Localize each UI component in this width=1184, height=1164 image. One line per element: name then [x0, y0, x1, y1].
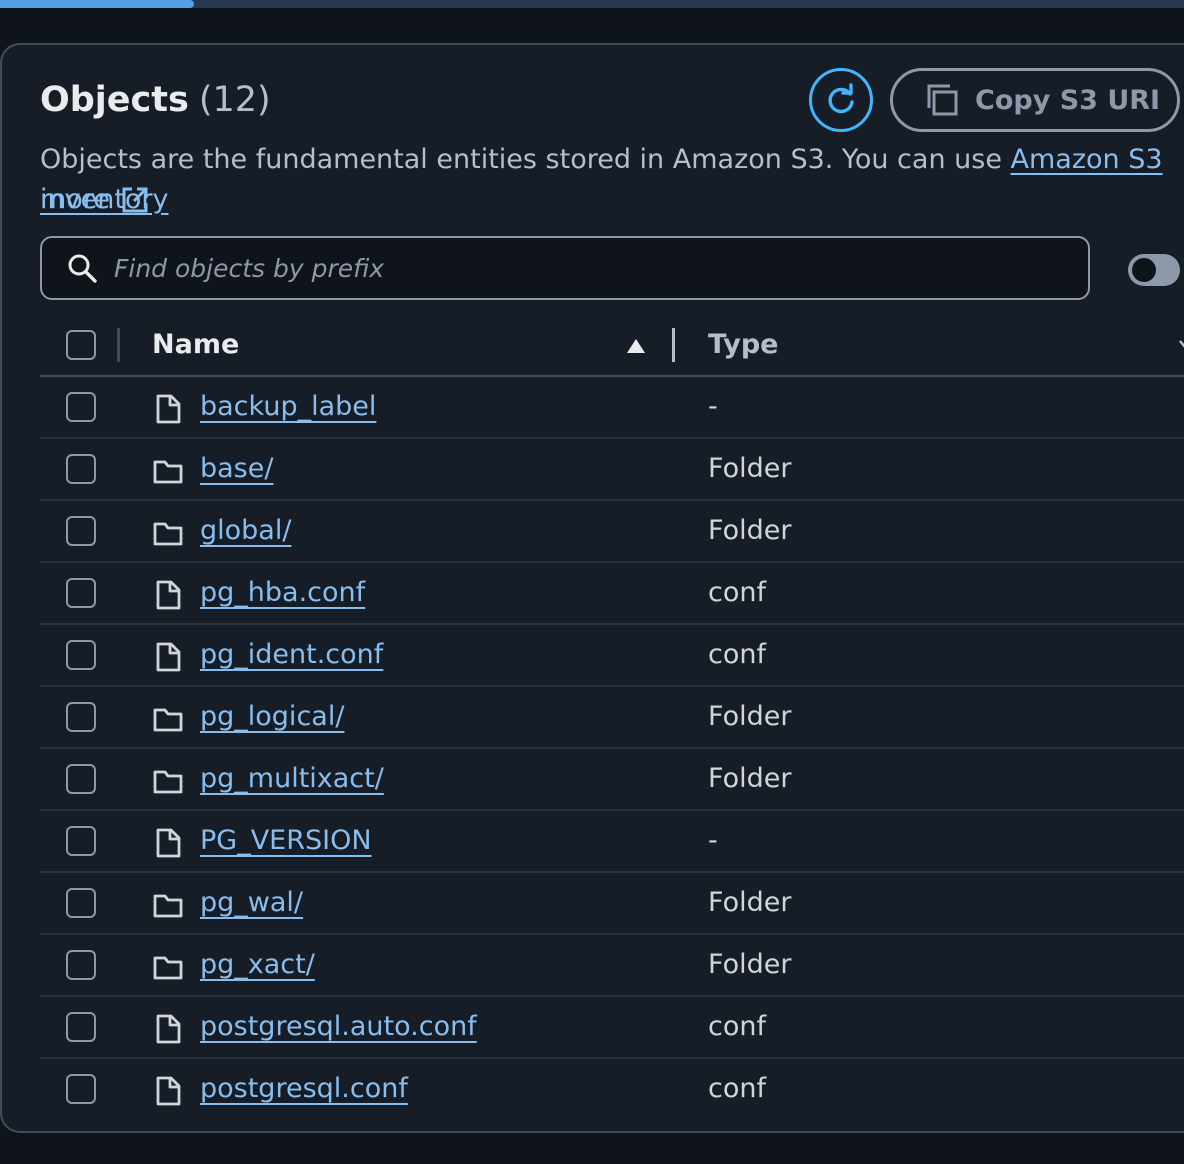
- folder-icon: [152, 765, 184, 797]
- folder-icon: [152, 703, 184, 735]
- row-checkbox[interactable]: [66, 1074, 96, 1104]
- column-divider[interactable]: [117, 328, 120, 362]
- row-checkbox[interactable]: [66, 888, 96, 918]
- sort-ascending-icon[interactable]: [625, 337, 647, 355]
- object-type: Folder: [708, 887, 792, 918]
- table-row: base/Folder: [40, 439, 1184, 501]
- table-row: global/Folder: [40, 501, 1184, 563]
- object-type: Folder: [708, 453, 792, 484]
- table-row: postgresql.conf conf: [40, 1059, 1184, 1119]
- object-name-link[interactable]: pg_hba.conf: [200, 563, 365, 623]
- object-type: Folder: [708, 949, 792, 980]
- table-row: pg_ident.conf conf: [40, 625, 1184, 687]
- folder-icon: [152, 517, 184, 549]
- object-name-link[interactable]: pg_ident.conf: [200, 625, 383, 685]
- row-checkbox[interactable]: [66, 1012, 96, 1042]
- object-type: Folder: [708, 701, 792, 732]
- table-row: backup_label -: [40, 377, 1184, 439]
- objects-table: Name Type backup_label - base/Folder global…: [40, 315, 1184, 1119]
- file-icon: [152, 641, 184, 673]
- description: Objects are the fundamental entities sto…: [40, 140, 1184, 220]
- object-name-link[interactable]: pg_logical/: [200, 687, 344, 747]
- row-checkbox[interactable]: [66, 392, 96, 422]
- table-header: Name Type: [40, 315, 1184, 377]
- object-name-link[interactable]: backup_label: [200, 377, 376, 437]
- description-text: Objects are the fundamental entities sto…: [40, 144, 1011, 175]
- object-type: Folder: [708, 763, 792, 794]
- copy-s3-uri-label: Copy S3 URI: [975, 84, 1161, 116]
- table-row: pg_multixact/Folder: [40, 749, 1184, 811]
- external-link-icon: [122, 187, 148, 213]
- copy-icon: [927, 84, 958, 116]
- page-title-row: Objects (12): [40, 76, 271, 124]
- table-row: PG_VERSION -: [40, 811, 1184, 873]
- row-checkbox[interactable]: [66, 516, 96, 546]
- object-name-link[interactable]: global/: [200, 501, 291, 561]
- sort-caret-icon[interactable]: [1178, 337, 1184, 351]
- table-row: pg_logical/Folder: [40, 687, 1184, 749]
- row-checkbox[interactable]: [66, 826, 96, 856]
- row-checkbox[interactable]: [66, 950, 96, 980]
- file-icon: [152, 393, 184, 425]
- object-type: conf: [708, 1011, 766, 1042]
- folder-icon: [152, 889, 184, 921]
- row-checkbox[interactable]: [66, 454, 96, 484]
- object-count: (12): [198, 80, 271, 120]
- row-checkbox[interactable]: [66, 640, 96, 670]
- search-input[interactable]: [112, 252, 1016, 284]
- file-icon: [152, 827, 184, 859]
- row-checkbox[interactable]: [66, 702, 96, 732]
- progress-bar: [0, 0, 1184, 8]
- toggle-knob: [1132, 258, 1156, 282]
- column-resize-handle[interactable]: [672, 328, 675, 362]
- table-row: postgresql.auto.conf conf: [40, 997, 1184, 1059]
- table-row: pg_hba.conf conf: [40, 563, 1184, 625]
- object-type: conf: [708, 639, 766, 670]
- column-header-name[interactable]: Name: [152, 315, 239, 375]
- object-type: -: [708, 825, 718, 856]
- folder-icon: [152, 455, 184, 487]
- object-name-link[interactable]: postgresql.auto.conf: [200, 997, 477, 1057]
- object-name-link[interactable]: PG_VERSION: [200, 811, 372, 871]
- object-name-link[interactable]: pg_wal/: [200, 873, 303, 933]
- file-icon: [152, 1075, 184, 1107]
- object-type: conf: [708, 1073, 766, 1104]
- object-name-link[interactable]: pg_xact/: [200, 935, 315, 995]
- select-all-checkbox[interactable]: [66, 330, 96, 360]
- file-icon: [152, 1013, 184, 1045]
- learn-more-label: more: [40, 184, 110, 215]
- progress-bar-fill: [0, 0, 195, 8]
- file-icon: [152, 579, 184, 611]
- search-icon: [68, 254, 97, 283]
- object-name-link[interactable]: postgresql.conf: [200, 1059, 408, 1119]
- table-body: backup_label - base/Folder global/Folder pg_…: [40, 377, 1184, 1119]
- page-title: Objects: [40, 80, 189, 120]
- learn-more-link[interactable]: more: [40, 180, 150, 220]
- row-checkbox[interactable]: [66, 764, 96, 794]
- row-checkbox[interactable]: [66, 578, 96, 608]
- object-type: Folder: [708, 515, 792, 546]
- object-type: conf: [708, 577, 766, 608]
- object-type: -: [708, 391, 718, 422]
- search-box: [40, 236, 1090, 300]
- folder-icon: [152, 951, 184, 983]
- object-name-link[interactable]: pg_multixact/: [200, 749, 384, 809]
- show-versions-toggle[interactable]: [1128, 254, 1180, 286]
- refresh-icon: [828, 83, 854, 114]
- refresh-button[interactable]: [809, 68, 873, 132]
- object-name-link[interactable]: base/: [200, 439, 273, 499]
- copy-s3-uri-button[interactable]: Copy S3 URI: [890, 68, 1180, 132]
- table-row: pg_wal/Folder: [40, 873, 1184, 935]
- column-header-type[interactable]: Type: [708, 315, 778, 375]
- table-row: pg_xact/Folder: [40, 935, 1184, 997]
